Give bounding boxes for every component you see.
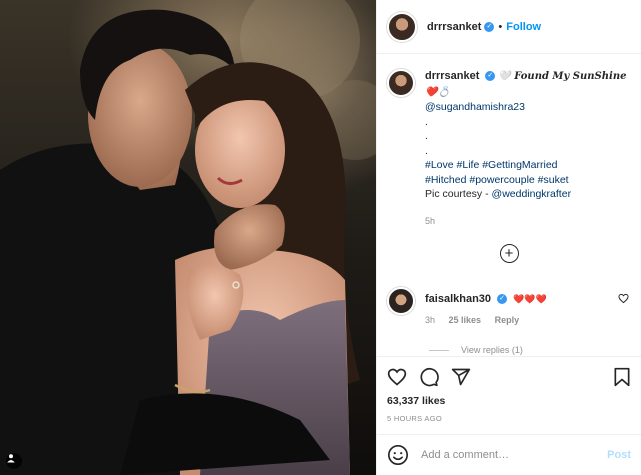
- load-more-comments-icon[interactable]: +: [499, 244, 519, 263]
- comment-item: faisalkhan30 ✓ ❤️❤️❤️ 3h 25 likes Reply: [387, 287, 631, 325]
- post-timestamp[interactable]: 5 HOURS AGO: [387, 414, 631, 423]
- comment-icon[interactable]: [419, 367, 439, 387]
- comment-meta: 3h 25 likes Reply: [425, 315, 547, 325]
- caption-spacer: .: [425, 115, 428, 128]
- caption-spacer: .: [425, 144, 428, 157]
- replies-divider-line: [429, 349, 449, 351]
- caption-hashtags[interactable]: #Love #Life #GettingMarried: [425, 158, 631, 173]
- comments-section[interactable]: drrrsanket ✓ 🤍 Found My SunShine ❤️💍 @su…: [377, 55, 641, 360]
- commenter-username[interactable]: faisalkhan30: [425, 293, 491, 305]
- add-comment-bar: Post: [377, 434, 641, 475]
- caption-credit-prefix: Pic courtesy -: [425, 188, 492, 200]
- author-avatar[interactable]: [387, 11, 417, 42]
- commenter-avatar[interactable]: [387, 287, 415, 315]
- share-icon[interactable]: [451, 367, 471, 387]
- comment-like-heart-icon[interactable]: [618, 293, 629, 304]
- verified-badge-icon: ✓: [485, 71, 496, 82]
- caption-hashtags[interactable]: #Hitched #powercouple #suket: [425, 173, 631, 188]
- caption-avatar[interactable]: [387, 69, 415, 97]
- post-photo[interactable]: [0, 0, 376, 475]
- action-bar: [387, 367, 631, 387]
- credit-mention-link[interactable]: @weddingkrafter: [492, 188, 572, 200]
- reply-button[interactable]: Reply: [495, 315, 520, 325]
- smiley-icon[interactable]: [387, 444, 409, 466]
- caption: drrrsanket ✓ 🤍 Found My SunShine ❤️💍 @su…: [387, 69, 631, 228]
- post-comment-button[interactable]: Post: [607, 449, 631, 461]
- post-details-panel: drrrsanket ✓ • Follow drrrsanket ✓ 🤍 Fou…: [376, 0, 641, 475]
- couple-photo-illustration: [0, 0, 376, 475]
- caption-body: drrrsanket ✓ 🤍 Found My SunShine ❤️💍 @su…: [425, 69, 631, 228]
- caption-mention-link[interactable]: @sugandhamishra23: [425, 100, 631, 115]
- person-icon: [7, 454, 15, 463]
- author-username[interactable]: drrrsanket: [427, 21, 481, 33]
- bookmark-icon[interactable]: [613, 367, 631, 387]
- comment-text: ❤️❤️❤️: [513, 294, 547, 304]
- caption-credit: Pic courtesy - @weddingkrafter: [425, 187, 631, 202]
- heart-icon[interactable]: [387, 367, 407, 387]
- likes-count[interactable]: 63,337 likes: [387, 395, 631, 407]
- verified-badge-icon: ✓: [497, 294, 508, 305]
- comment-body: faisalkhan30 ✓ ❤️❤️❤️ 3h 25 likes Reply: [425, 287, 547, 325]
- tagged-user-icon[interactable]: [6, 453, 22, 469]
- view-replies-button[interactable]: View replies (1): [429, 345, 631, 355]
- add-comment-input[interactable]: [421, 449, 608, 461]
- header-meta: drrrsanket ✓ • Follow: [427, 21, 541, 33]
- separator-dot: •: [498, 20, 503, 33]
- caption-username[interactable]: drrrsanket: [425, 70, 479, 82]
- instagram-post: drrrsanket ✓ • Follow drrrsanket ✓ 🤍 Fou…: [0, 0, 641, 475]
- caption-time[interactable]: 5h: [425, 214, 631, 229]
- verified-badge-icon: ✓: [484, 21, 495, 32]
- caption-spacer: .: [425, 130, 428, 142]
- view-replies-label: View replies (1): [461, 345, 523, 355]
- actions-area: 63,337 likes 5 HOURS AGO: [377, 356, 641, 434]
- follow-button[interactable]: Follow: [506, 21, 541, 33]
- post-header: drrrsanket ✓ • Follow: [377, 0, 641, 54]
- comment-time[interactable]: 3h: [425, 315, 435, 325]
- comment-likes[interactable]: 25 likes: [449, 315, 482, 325]
